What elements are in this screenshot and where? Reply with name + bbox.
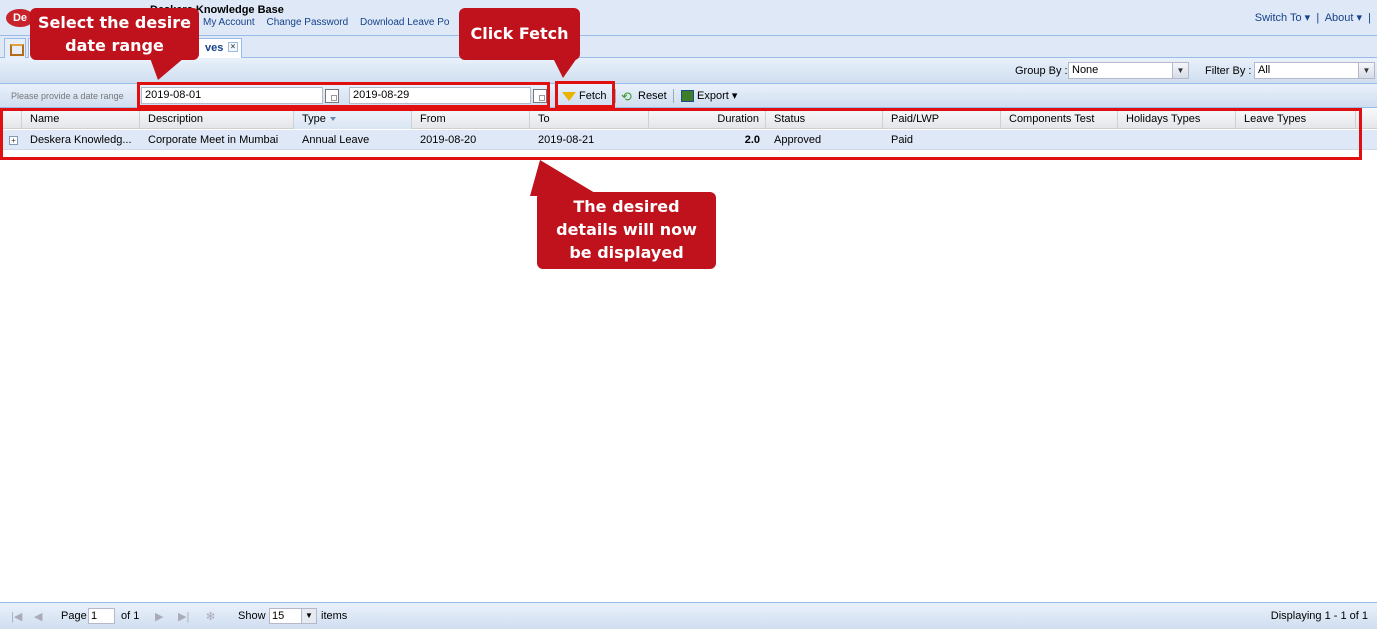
- group-by-value: None: [1072, 64, 1099, 76]
- details-callout-line3: be displayed: [569, 243, 684, 262]
- results-highlight: [0, 108, 1362, 160]
- filter-by-value: All: [1258, 64, 1271, 76]
- tab-label: ves: [205, 42, 224, 54]
- select-range-callout-line2: date range: [65, 36, 164, 55]
- group-by-select[interactable]: None ▼: [1068, 62, 1189, 79]
- export-button[interactable]: Export ▾: [681, 87, 737, 105]
- app-header: De Deskera Knowledge Base My Account Cha…: [0, 0, 1377, 36]
- download-leave-policy-link[interactable]: Download Leave Po: [360, 17, 450, 28]
- details-callout-line1: The desired: [573, 197, 680, 216]
- close-tab-icon[interactable]: ×: [228, 42, 238, 52]
- menu-separator: |: [1365, 12, 1371, 24]
- export-label: Export ▾: [697, 90, 738, 102]
- group-filter-toolbar: Group By : None ▼ Filter By : All ▼: [0, 58, 1377, 84]
- menu-separator: |: [1313, 12, 1325, 24]
- date-range-hint: Please provide a date range: [11, 91, 124, 101]
- items-label: items: [321, 610, 348, 622]
- about-menu[interactable]: About ▾: [1325, 12, 1362, 24]
- toolbar-separator: [615, 89, 616, 103]
- show-label: Show: [238, 610, 266, 622]
- callout-pointer: [530, 160, 600, 196]
- chevron-down-icon[interactable]: ▼: [1172, 63, 1188, 78]
- chevron-down-icon[interactable]: ▼: [301, 609, 316, 623]
- spreadsheet-icon: [681, 90, 694, 103]
- page-size-value: 15: [272, 610, 285, 622]
- callout-pointer: [553, 58, 577, 78]
- refresh-icon[interactable]: ✻: [206, 610, 215, 623]
- chevron-down-icon[interactable]: ▼: [1358, 63, 1374, 78]
- first-page-icon[interactable]: |◀: [11, 610, 22, 623]
- prev-page-icon[interactable]: ◀: [34, 610, 42, 623]
- next-page-icon[interactable]: ▶: [155, 610, 163, 623]
- top-right-menu: Switch To ▾ | About ▾ |: [1255, 11, 1371, 24]
- my-account-link[interactable]: My Account: [203, 17, 255, 28]
- callout-pointer: [150, 58, 184, 80]
- click-fetch-callout: Click Fetch: [459, 8, 580, 60]
- refresh-icon: ⟲: [621, 88, 632, 104]
- group-by-label: Group By :: [1015, 65, 1068, 77]
- fetch-highlight: [555, 81, 615, 108]
- displaying-count: Displaying 1 - 1 of 1: [1270, 610, 1368, 622]
- page-number-input[interactable]: 1: [88, 608, 115, 624]
- tab-bar: ves ×: [0, 36, 1377, 58]
- change-password-link[interactable]: Change Password: [266, 17, 348, 28]
- paging-toolbar: |◀ ◀ Page 1 of 1 ▶ ▶| ✻ Show 15 ▼ items …: [0, 602, 1377, 629]
- home-tab-icon[interactable]: [4, 38, 26, 58]
- reset-label: Reset: [638, 90, 667, 102]
- page-count-label: of 1: [121, 610, 140, 622]
- date-range-highlight: [137, 82, 550, 108]
- toolbar-separator: [673, 89, 674, 103]
- select-range-callout: Select the desire date range: [30, 8, 199, 60]
- last-page-icon[interactable]: ▶|: [178, 610, 189, 623]
- details-callout-line2: details will now: [556, 220, 697, 239]
- page-label: Page: [61, 610, 87, 622]
- filter-by-label: Filter By :: [1205, 65, 1252, 77]
- filter-by-select[interactable]: All ▼: [1254, 62, 1375, 79]
- reset-button[interactable]: ⟲ Reset: [621, 87, 667, 105]
- switch-to-menu[interactable]: Switch To ▾: [1255, 12, 1310, 24]
- page-size-select[interactable]: 15 ▼: [269, 608, 317, 624]
- select-range-callout-line1: Select the desire: [38, 13, 191, 32]
- details-callout: The desired details will now be displaye…: [537, 192, 716, 269]
- top-links: My Account Change Password Download Leav…: [203, 17, 459, 28]
